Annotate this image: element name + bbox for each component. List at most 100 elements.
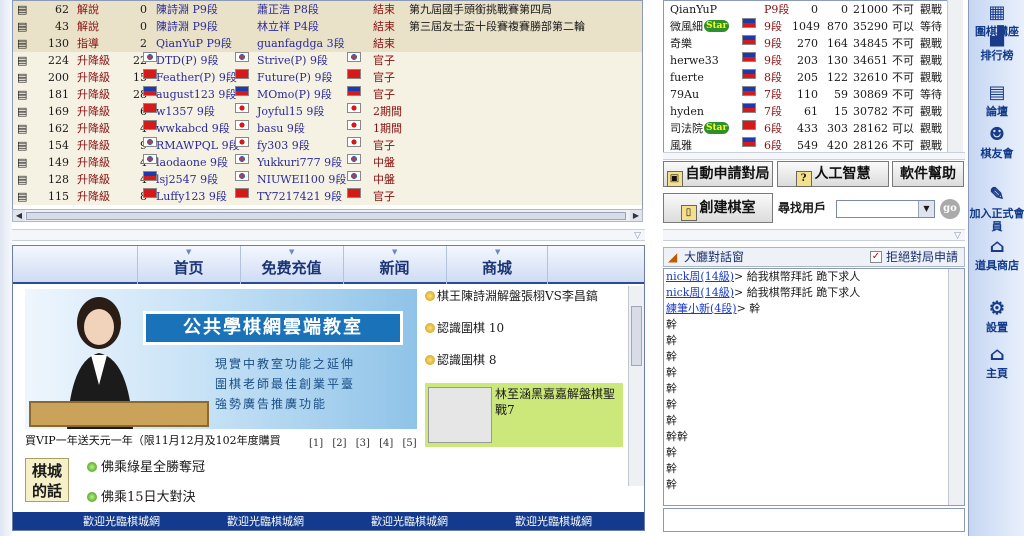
page-link[interactable]: [2]: [332, 438, 346, 449]
scroll-left-arrow[interactable]: ◀: [13, 210, 25, 221]
portal-panel: ▼ 首页 ▼ 免费充值 ▼ 新闻 ▼ 商城 公共學棋網雲端教室 現實中教室功能之延伸 圍…: [12, 245, 645, 531]
banner-image[interactable]: 公共學棋網雲端教室 現實中教室功能之延伸 圍棋老師最佳創業平臺 強勢廣告推廣功能: [25, 289, 417, 429]
game-row[interactable]: ▤ 181 升降級 28 august123 9段 MOmo(P) 9段 官子: [13, 86, 642, 103]
pager[interactable]: [1] [2] [3] [4] [5]: [309, 438, 417, 449]
user-row[interactable]: herwe33 9段 203 130 34651 不可 觀戰: [664, 52, 962, 69]
news-item[interactable]: 認識圍棋 10: [425, 318, 504, 338]
game-list-hscroll[interactable]: ◀ ▶: [12, 209, 643, 222]
game-row[interactable]: ▤154升降級9RMAWPQL 9段fy303 9段官子: [13, 137, 642, 154]
user-list-scrollbar[interactable]: [947, 0, 963, 153]
user-row[interactable]: 司法院 Star 6段 433 303 28162 可以 觀戰: [664, 120, 962, 137]
scroll-right-arrow[interactable]: ▶: [630, 210, 642, 221]
toolbar-shop[interactable]: ⌂ 道具商店: [969, 236, 1024, 272]
toolbar-friends[interactable]: ☻ 棋友會: [969, 124, 1024, 160]
news-highlight[interactable]: 林至涵黑嘉嘉解盤棋聖戰7: [425, 383, 623, 447]
flag-icon: [347, 103, 361, 113]
game-row[interactable]: ▤149升降級4laodaone 9段Yukkuri777 9段中盤: [13, 154, 642, 171]
game-icon: ▤: [17, 122, 28, 135]
user-row[interactable]: 風雅 6段 549 420 28126 不可 觀戰: [664, 137, 962, 152]
bullet-item[interactable]: 佛乘綠星全勝奪冠: [87, 456, 205, 475]
game-row[interactable]: ▤115升降級8Luffy123 9段TY7217421 9段官子: [13, 188, 642, 205]
bullet-item[interactable]: 佛乘15日大對決: [87, 486, 196, 505]
green-bullet-icon: [87, 492, 97, 502]
word-box[interactable]: 棋城 的話: [25, 458, 69, 502]
find-user-input[interactable]: ▼: [836, 200, 935, 218]
page-link[interactable]: [1]: [309, 438, 323, 449]
page-link[interactable]: [4]: [379, 438, 393, 449]
star-badge-icon: Star: [704, 122, 730, 134]
scroll-thumb[interactable]: [631, 306, 642, 366]
nav-news[interactable]: ▼ 新闻: [343, 246, 445, 284]
page-link[interactable]: [3]: [356, 438, 370, 449]
game-row[interactable]: ▤ 200 升降級 15 Feather(P) 9段 Future(P) 9段 官子: [13, 69, 642, 86]
nav-shop[interactable]: ▼ 商城: [446, 246, 548, 284]
game-row[interactable]: ▤128升降級4lsj2547 9段NIUWEI100 9段中盤: [13, 171, 642, 188]
game-row[interactable]: ▤169升降級6w1357 9段Joyful15 9段2期間: [13, 103, 642, 120]
game-row[interactable]: ▤ 43 解說 0 陳詩淵 P9段 林立祥 P4段 結束 第三屆友士盃十段賽複賽勝部第二輪: [13, 18, 642, 35]
flag-icon: [347, 86, 361, 96]
forum-icon: ▤: [988, 82, 1006, 103]
flag-icon: [742, 103, 756, 113]
toolbar-join-member[interactable]: ✎ 加入正式會員: [969, 184, 1024, 233]
flag-icon: [143, 69, 157, 79]
door-icon: ▯: [680, 205, 697, 221]
horn-icon: ◢: [668, 250, 678, 264]
ticker: 歡迎光臨棋城網 歡迎光臨棋城網 歡迎光臨棋城網 歡迎光臨棋城網: [13, 512, 644, 530]
user-row[interactable]: hyden 7段 61 15 30782 不可 觀戰: [664, 103, 962, 120]
refuse-checkbox[interactable]: ✓: [870, 251, 882, 263]
news-item[interactable]: 認識圍棋 8: [425, 350, 496, 370]
chat-line: 幹: [666, 318, 677, 331]
user-list[interactable]: QianYuP P9段 0 0 21000 不可 觀戰 微風細 Star 9段 1049 870 352…: [663, 0, 963, 153]
page-link[interactable]: [5]: [402, 438, 416, 449]
game-row[interactable]: ▤ 62 解說 0 陳詩淵 P9段 蕭正浩 P8段 結束 第九屆國手頭銜挑戰賽第四局: [13, 1, 642, 18]
splitter[interactable]: ▽: [12, 229, 645, 241]
toolbar-forum[interactable]: ▤ 論壇: [969, 82, 1024, 118]
flag-icon: [143, 154, 157, 164]
help-button[interactable]: 軟件幫助: [892, 161, 964, 187]
toolbar-ranking[interactable]: ▟ 排行榜: [969, 26, 1024, 62]
chat-input[interactable]: [663, 508, 965, 532]
nav-recharge[interactable]: ▼ 免费充值: [240, 246, 342, 284]
banner-line: 圍棋老師最佳創業平臺: [215, 377, 356, 391]
scroll-thumb[interactable]: [26, 212, 626, 220]
banner-line: 強勢廣告推廣功能: [215, 397, 328, 411]
nav-home[interactable]: ▼ 首页: [137, 246, 239, 284]
game-list[interactable]: ▤ 62 解說 0 陳詩淵 P9段 蕭正浩 P8段 結束 第九屆國手頭銜挑戰賽第四局 ▤ 43 解說…: [12, 0, 643, 210]
chevron-down-icon[interactable]: ▼: [918, 201, 934, 217]
portal-scrollbar[interactable]: [628, 286, 644, 486]
game-icon: ▤: [17, 190, 28, 203]
game-row[interactable]: ▤ 130 指導 2 QianYuP P9段 guanfagdga 3段 結束: [13, 35, 642, 52]
user-row[interactable]: 奇樂 9段 270 164 34845 不可 觀戰: [664, 35, 962, 52]
flag-icon: [235, 52, 249, 62]
go-button[interactable]: go: [940, 199, 960, 219]
splitter[interactable]: ▽: [663, 229, 965, 241]
user-row[interactable]: fuerte 8段 205 122 32610 不可 觀戰: [664, 69, 962, 86]
chat-nick[interactable]: nick周(14級): [666, 270, 734, 283]
user-row[interactable]: 79Au 7段 110 59 30869 不可 等待: [664, 86, 962, 103]
chat-log[interactable]: nick周(14級)> 給我棋幣拜託 跪下求人 nick周(14級)> 給我棋幣拜…: [663, 268, 965, 506]
toolbar-home[interactable]: ⌂ 主頁: [969, 344, 1024, 380]
news-item[interactable]: 棋王陳詩淵解盤張栩VS李昌鎬: [425, 286, 598, 306]
user-row[interactable]: QianYuP P9段 0 0 21000 不可 觀戰: [664, 1, 962, 18]
flag-icon: [347, 69, 361, 79]
flag-icon: [143, 86, 157, 96]
flag-icon: [235, 120, 249, 130]
collapse-icon: ▽: [634, 231, 641, 241]
chat-nick[interactable]: 練筆小新(4段): [666, 302, 737, 315]
chat-scrollbar[interactable]: [948, 269, 964, 505]
chat-line: 幹: [666, 366, 677, 379]
settings-icon: ⚙: [988, 298, 1006, 319]
auto-match-button[interactable]: ▣ 自動申請對局: [663, 161, 773, 187]
splitter[interactable]: [663, 152, 965, 160]
flag-icon: [742, 35, 756, 45]
refuse-label: 拒絕對局申請: [886, 250, 959, 264]
chat-nick[interactable]: nick周(14級): [666, 286, 734, 299]
promo-text[interactable]: 買VIP一年送天元一年（限11月12月及102年度購買: [25, 432, 305, 448]
user-row[interactable]: 微風細 Star 9段 1049 870 35290 可以 等待: [664, 18, 962, 35]
game-row[interactable]: ▤ 224 升降級 22 DTD(P) 9段 Strive(P) 9段 官子: [13, 52, 642, 69]
ai-button[interactable]: ? 人工智慧: [777, 161, 889, 187]
toolbar-settings[interactable]: ⚙ 設置: [969, 298, 1024, 334]
create-room-button[interactable]: ▯ 創建棋室: [663, 193, 773, 223]
friends-icon: ☻: [988, 124, 1006, 145]
game-row[interactable]: ▤162升降級4wwkabcd 9段basu 9段1期間: [13, 120, 642, 137]
